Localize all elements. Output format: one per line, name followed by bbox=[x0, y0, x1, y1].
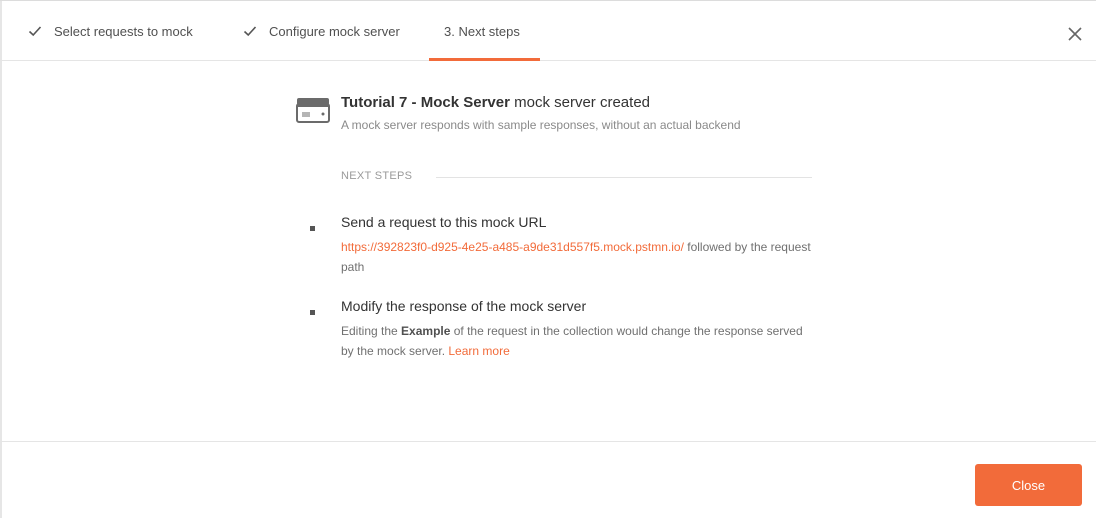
mock-url-link[interactable]: https://392823f0-d925-4e25-a485-a9de31d5… bbox=[341, 240, 684, 254]
next-steps-divider bbox=[436, 177, 812, 178]
step-modify-response-body: Editing the Example of the request in th… bbox=[341, 321, 811, 361]
tab-label: Select requests to mock bbox=[54, 23, 193, 39]
server-icon bbox=[296, 98, 330, 123]
tab-select-requests[interactable]: Select requests to mock bbox=[28, 1, 193, 61]
check-icon bbox=[28, 26, 42, 37]
learn-more-link[interactable]: Learn more bbox=[448, 344, 509, 358]
tab-label: Configure mock server bbox=[269, 23, 400, 39]
bullet-marker bbox=[310, 226, 315, 231]
mock-created-title: Tutorial 7 - Mock Server mock server cre… bbox=[341, 94, 650, 111]
tab-label: 3. Next steps bbox=[444, 23, 520, 39]
tab-next-steps[interactable]: 3. Next steps bbox=[429, 1, 540, 61]
wizard-tab-bar: Select requests to mock Configure mock s… bbox=[0, 1, 1096, 61]
step-modify-text-before: Editing the bbox=[341, 324, 402, 338]
check-icon bbox=[243, 26, 257, 37]
next-steps-content: Tutorial 7 - Mock Server mock server cre… bbox=[0, 62, 1096, 441]
step-modify-response-title: Modify the response of the mock server bbox=[341, 298, 587, 314]
step-send-request-title: Send a request to this mock URL bbox=[341, 214, 547, 230]
next-steps-heading: NEXT STEPS bbox=[341, 170, 413, 182]
close-icon[interactable] bbox=[1066, 25, 1084, 43]
example-keyword: Example bbox=[401, 324, 451, 338]
created-suffix: mock server created bbox=[509, 94, 650, 111]
step-send-request-body: https://392823f0-d925-4e25-a485-a9de31d5… bbox=[341, 237, 811, 277]
mock-server-name: Tutorial 7 - Mock Server bbox=[341, 94, 510, 111]
create-mock-server-modal: Select requests to mock Configure mock s… bbox=[0, 0, 1096, 518]
close-button[interactable]: Close bbox=[975, 464, 1082, 506]
modal-footer: Close bbox=[0, 441, 1096, 518]
mock-created-description: A mock server responds with sample respo… bbox=[341, 118, 741, 132]
tab-configure-mock-server[interactable]: Configure mock server bbox=[243, 1, 400, 61]
bullet-marker bbox=[310, 310, 315, 315]
